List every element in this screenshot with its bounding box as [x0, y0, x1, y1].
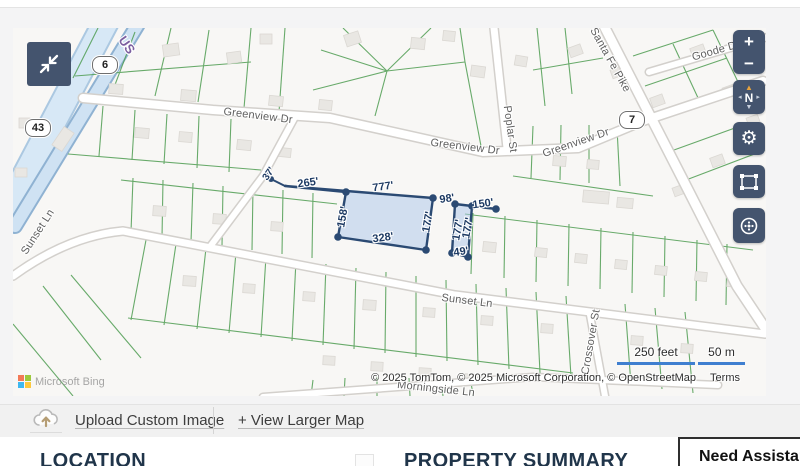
need-assistance-label: Need Assistance?	[699, 448, 800, 466]
scale-feet-label: 250 feet	[617, 345, 695, 359]
locate-button[interactable]	[733, 208, 765, 243]
summary-icon-box	[355, 454, 374, 466]
compass-north-label: N	[745, 92, 754, 104]
upload-label: Upload Custom Image	[75, 412, 224, 429]
selection-box-icon	[737, 171, 761, 193]
attribution-text: © 2025 TomTom, © 2025 Microsoft Corporat…	[371, 372, 696, 384]
zoom-in-button[interactable]: +	[733, 30, 765, 52]
map-artwork	[13, 28, 766, 396]
route-shield-43: 43	[25, 119, 51, 137]
route-shield-6: 6	[92, 56, 118, 74]
microsoft-logo-icon	[18, 375, 31, 388]
area-select-button[interactable]	[733, 165, 765, 198]
view-larger-map-button[interactable]: + View Larger Map	[238, 404, 364, 437]
compass-control[interactable]: ▲ ◂ N ▸ ▼	[733, 80, 765, 114]
map-attribution: © 2025 TomTom, © 2025 Microsoft Corporat…	[371, 372, 740, 384]
bing-logo-text: Microsoft Bing	[35, 376, 105, 388]
locate-icon	[737, 214, 761, 238]
scale-metric-label: 50 m	[698, 345, 745, 359]
scale-metric-bar	[698, 362, 745, 365]
dimension-label: 98'	[439, 192, 455, 206]
zoom-control: + −	[733, 30, 765, 74]
scale-feet-bar	[617, 362, 695, 365]
zoom-out-button[interactable]: −	[733, 52, 765, 74]
map-settings-button[interactable]: ⚙	[733, 122, 765, 155]
property-summary-heading: PROPERTY SUMMARY	[404, 450, 628, 466]
toolbar-divider	[213, 407, 214, 434]
page: US Greenview Dr Greenview Dr Greenview D…	[0, 0, 800, 466]
collapse-arrows-icon	[36, 51, 62, 77]
route-shield-7: 7	[619, 111, 645, 129]
dimension-label: 49'	[453, 245, 469, 259]
cloud-upload-icon	[30, 408, 62, 433]
location-heading: LOCATION	[40, 450, 146, 466]
compass-down-arrow[interactable]: ▼	[746, 104, 753, 111]
collapse-map-button[interactable]	[27, 42, 71, 86]
map-canvas[interactable]: US Greenview Dr Greenview Dr Greenview D…	[13, 28, 766, 396]
upload-custom-image-button[interactable]: Upload Custom Image	[30, 404, 224, 437]
need-assistance-button[interactable]: Need Assistance?	[678, 437, 800, 466]
gear-icon: ⚙	[740, 129, 757, 148]
top-strip	[0, 0, 800, 8]
compass-right-arrow[interactable]: ▸	[756, 94, 760, 101]
bing-logo: Microsoft Bing	[18, 375, 105, 388]
terms-link[interactable]: Terms	[710, 372, 740, 384]
view-larger-label: + View Larger Map	[238, 412, 364, 429]
compass-left-arrow[interactable]: ◂	[738, 94, 742, 101]
